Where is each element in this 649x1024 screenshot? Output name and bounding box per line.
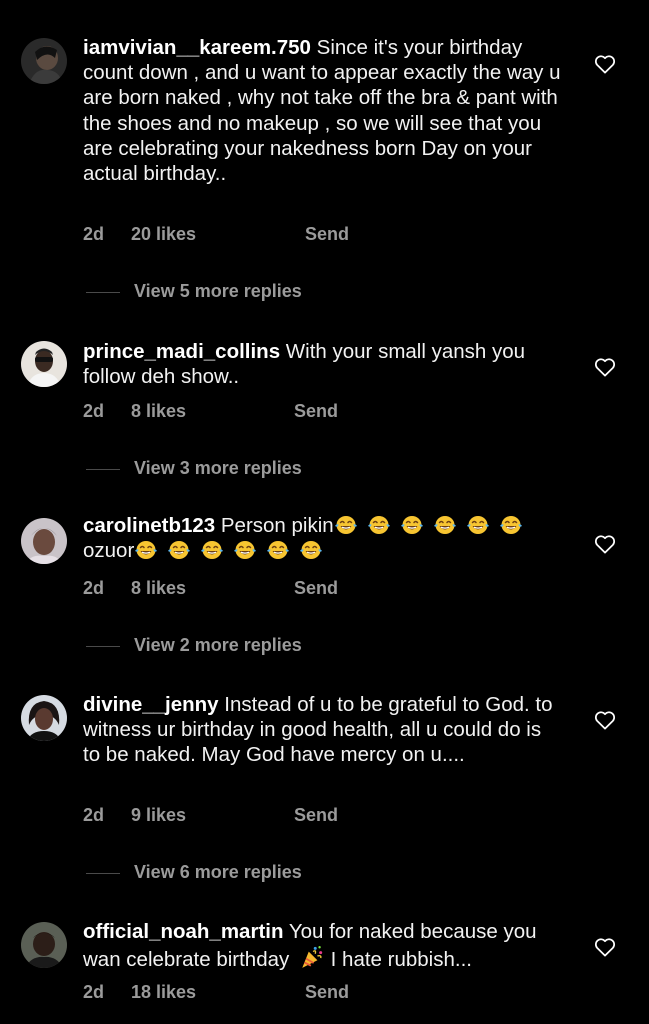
tears-of-joy-emoji-icon xyxy=(433,516,456,534)
comment-time: 2d xyxy=(83,805,105,825)
view-replies-label: View 5 more replies xyxy=(134,281,302,301)
tears-of-joy-emoji-icon xyxy=(168,541,191,560)
avatar[interactable] xyxy=(21,695,67,741)
comment-body: official_noah_martin You for naked becau… xyxy=(83,919,563,972)
heart-outline-icon[interactable] xyxy=(594,937,616,957)
heart-outline-icon[interactable] xyxy=(594,54,616,74)
comment-likes[interactable]: 8 likes xyxy=(131,401,186,422)
comment-likes[interactable]: 20 likes xyxy=(131,224,196,245)
comment-time: 2d xyxy=(83,401,105,421)
party-popper-icon xyxy=(302,946,323,969)
heart-outline-icon[interactable] xyxy=(594,534,616,554)
view-replies-label: View 6 more replies xyxy=(134,862,302,882)
comment-meta: 2d 20 likes Send xyxy=(83,224,349,245)
avatar[interactable] xyxy=(21,518,67,564)
send-button[interactable]: Send xyxy=(294,805,338,826)
replies-divider xyxy=(86,468,120,470)
comment-username[interactable]: official_noah_martin xyxy=(83,920,284,943)
replies-divider xyxy=(86,645,120,647)
comment-likes[interactable]: 9 likes xyxy=(131,805,186,826)
comment-time: 2d xyxy=(83,224,105,244)
send-button[interactable]: Send xyxy=(305,224,349,245)
comment-time: 2d xyxy=(83,982,105,1002)
comment-body: carolinetb123 Person pikin ozuor xyxy=(83,513,563,563)
view-replies-button[interactable]: View 6 more replies xyxy=(86,862,302,883)
send-button[interactable]: Send xyxy=(305,982,349,1003)
comment-meta: 2d 8 likes Send xyxy=(83,401,338,422)
tears-of-joy-emoji-icon xyxy=(466,516,489,534)
comment-text-line2: ozuor xyxy=(83,539,135,563)
comment-meta: 2d 8 likes Send xyxy=(83,578,338,599)
view-replies-button[interactable]: View 3 more replies xyxy=(86,458,302,479)
tears-of-joy-emoji-icon xyxy=(267,541,290,560)
avatar[interactable] xyxy=(21,38,67,84)
view-replies-label: View 3 more replies xyxy=(134,458,302,478)
comment-body: prince_madi_collins With your small yans… xyxy=(83,339,563,389)
comment-body: divine__jenny Instead of u to be gratefu… xyxy=(83,692,563,768)
view-replies-button[interactable]: View 5 more replies xyxy=(86,281,302,302)
view-replies-button[interactable]: View 2 more replies xyxy=(86,635,302,656)
comment-text-after-emoji: I hate rubbish... xyxy=(324,948,472,972)
comment-username[interactable]: iamvivian__kareem.750 xyxy=(83,36,311,59)
heart-outline-icon[interactable] xyxy=(594,710,616,730)
comment-username[interactable]: divine__jenny xyxy=(83,693,219,716)
tears-of-joy-emoji-icon xyxy=(334,516,357,534)
comment-likes[interactable]: 8 likes xyxy=(131,578,186,599)
comment-meta: 2d 18 likes Send xyxy=(83,982,349,1003)
view-replies-label: View 2 more replies xyxy=(134,635,302,655)
replies-divider xyxy=(86,872,120,874)
comment-body: iamvivian__kareem.750 Since it's your bi… xyxy=(83,35,563,186)
tears-of-joy-emoji-icon xyxy=(367,516,390,534)
comment-meta: 2d 9 likes Send xyxy=(83,805,338,826)
replies-divider xyxy=(86,291,120,293)
tears-of-joy-emoji-icon xyxy=(400,516,423,534)
comment-likes[interactable]: 18 likes xyxy=(131,982,196,1003)
comment-text: Person pikin xyxy=(215,514,334,537)
comment-time: 2d xyxy=(83,578,105,598)
send-button[interactable]: Send xyxy=(294,578,338,599)
tears-of-joy-emoji-icon xyxy=(234,541,257,560)
tears-of-joy-emoji-icon xyxy=(499,516,522,534)
emoji-group xyxy=(334,514,532,537)
send-button[interactable]: Send xyxy=(294,401,338,422)
tears-of-joy-emoji-icon xyxy=(135,541,158,560)
comment-username[interactable]: prince_madi_collins xyxy=(83,340,280,363)
heart-outline-icon[interactable] xyxy=(594,357,616,377)
tears-of-joy-emoji-icon xyxy=(300,541,323,560)
comment-username[interactable]: carolinetb123 xyxy=(83,514,215,537)
emoji-group xyxy=(134,539,332,562)
tears-of-joy-emoji-icon xyxy=(201,541,224,560)
avatar[interactable] xyxy=(21,922,67,968)
avatar[interactable] xyxy=(21,341,67,387)
